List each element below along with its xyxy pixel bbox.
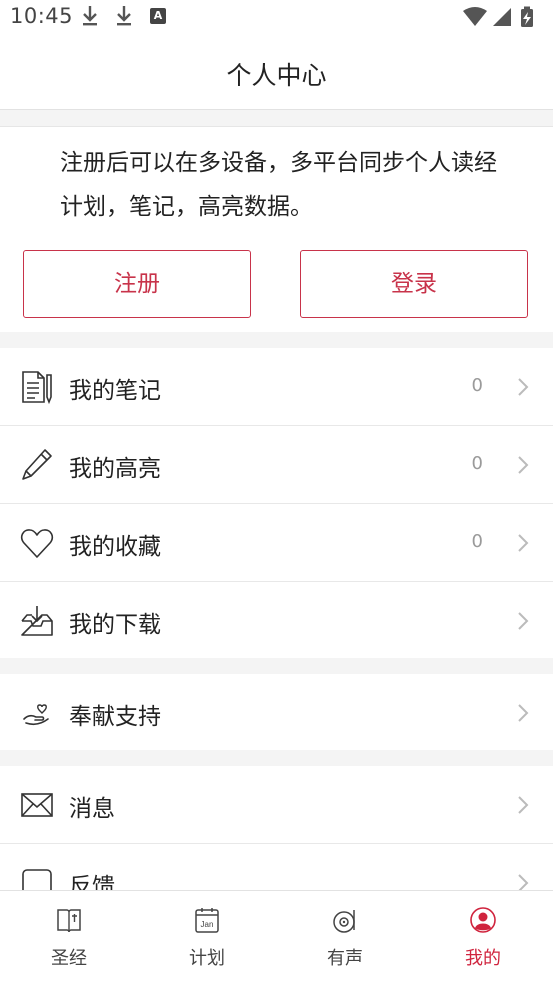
menu-item-label: 我的高亮	[69, 456, 161, 482]
bible-icon	[57, 909, 81, 933]
menu-item-label: 我的笔记	[69, 378, 161, 404]
page-title: 个人中心	[226, 61, 327, 90]
menu-item-favorites[interactable]: 我的收藏 0	[0, 504, 553, 582]
menu-item-label: 反馈	[69, 874, 115, 890]
highlights-count: 0	[471, 453, 483, 474]
download-icon	[117, 6, 131, 26]
chevron-right-icon	[518, 874, 529, 890]
menu-item-feedback[interactable]: 反馈	[0, 844, 553, 890]
chevron-right-icon	[518, 796, 529, 814]
favorites-count: 0	[471, 531, 483, 552]
menu-item-label: 我的收藏	[69, 534, 161, 560]
tab-label: 有声	[327, 948, 363, 969]
pencil-icon	[22, 449, 52, 480]
menu-item-label: 消息	[69, 796, 115, 822]
menu-group-personal: 我的笔记 0 我的高亮 0 我的收藏 0 我的下载	[0, 348, 553, 658]
menu-group-messages: 消息 反馈	[0, 766, 553, 890]
feedback-icon	[22, 869, 52, 890]
heart-icon	[21, 529, 53, 558]
chevron-right-icon	[518, 534, 529, 552]
bottom-tab-bar: 圣经 Jan 计划 有声 我的	[0, 890, 553, 983]
audio-disc-icon	[333, 910, 355, 933]
status-time: 10:45	[10, 4, 74, 28]
tab-label: 我的	[465, 948, 501, 969]
menu-item-label: 奉献支持	[69, 704, 161, 730]
login-promo-card: 注册后可以在多设备，多平台同步个人读经计划，笔记，高亮数据。 注册 登录	[0, 126, 553, 332]
offering-hand-icon	[23, 704, 49, 725]
battery-charging-icon	[521, 6, 533, 27]
menu-item-donate[interactable]: 奉献支持	[0, 674, 553, 750]
register-button[interactable]: 注册	[23, 250, 251, 318]
menu-item-messages[interactable]: 消息	[0, 766, 553, 844]
menu-item-downloads[interactable]: 我的下载	[0, 582, 553, 660]
chevron-right-icon	[518, 704, 529, 722]
tab-plan[interactable]: Jan 计划	[138, 891, 276, 983]
wifi-icon	[463, 7, 487, 26]
menu-item-label: 我的下载	[69, 612, 161, 638]
keyboard-a-icon: A	[150, 8, 166, 24]
promo-text: 注册后可以在多设备，多平台同步个人读经计划，笔记，高亮数据。	[60, 150, 497, 220]
status-right-icons	[463, 6, 533, 27]
notes-icon	[22, 371, 52, 405]
calendar-icon: Jan	[195, 908, 219, 933]
notes-count: 0	[471, 375, 483, 396]
menu-item-highlights[interactable]: 我的高亮 0	[0, 426, 553, 504]
envelope-icon	[21, 793, 53, 817]
tab-bible[interactable]: 圣经	[0, 891, 138, 983]
login-button[interactable]: 登录	[300, 250, 528, 318]
tab-label: 计划	[189, 948, 225, 969]
tab-audio[interactable]: 有声	[276, 891, 414, 983]
menu-group-support: 奉献支持	[0, 674, 553, 750]
status-bar: 10:45 A	[0, 0, 553, 34]
chevron-right-icon	[518, 456, 529, 474]
signal-icon	[493, 8, 511, 26]
download-icon	[83, 6, 97, 26]
user-icon	[470, 907, 496, 933]
calendar-icon-text: Jan	[201, 920, 214, 929]
download-tray-icon	[21, 606, 53, 636]
menu-item-notes[interactable]: 我的笔记 0	[0, 348, 553, 426]
chevron-right-icon	[518, 612, 529, 630]
tab-me[interactable]: 我的	[414, 891, 552, 983]
chevron-right-icon	[518, 378, 529, 396]
title-bar: 个人中心	[0, 34, 553, 110]
tab-label: 圣经	[51, 948, 87, 969]
